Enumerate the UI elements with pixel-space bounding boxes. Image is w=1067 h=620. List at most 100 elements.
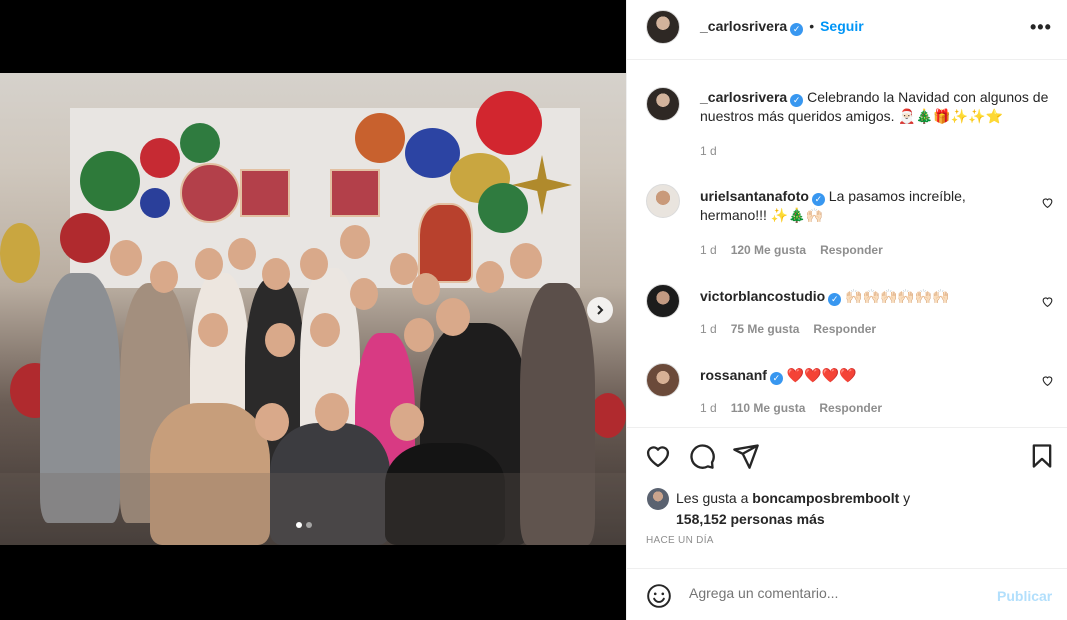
emoji-icon[interactable] — [646, 583, 672, 609]
verified-icon: ✓ — [769, 372, 783, 385]
photo-face — [412, 273, 440, 305]
follow-button[interactable]: Seguir — [820, 18, 864, 34]
comment-likes[interactable]: 120 Me gusta — [731, 243, 806, 257]
likes-summary: Les gusta a boncamposbremboolt y 158,152… — [676, 488, 910, 530]
verified-icon: ✓ — [790, 23, 804, 36]
photo-face — [350, 278, 378, 310]
caption-row: _carlosrivera ✓ Celebrando la Navidad con… — [627, 85, 1067, 165]
photo-face — [315, 393, 349, 431]
more-icon[interactable]: ••• — [1030, 17, 1052, 38]
caption-username[interactable]: _carlosrivera — [700, 89, 787, 105]
photo-face — [262, 258, 290, 290]
commenter-avatar[interactable] — [646, 363, 680, 397]
comment-meta: 1 d 110 Me gusta Responder — [700, 401, 882, 415]
post-actions — [627, 427, 1067, 483]
likes-conj: y — [899, 490, 911, 506]
carousel-dot — [296, 522, 302, 528]
comment-username[interactable]: victorblancostudio — [700, 288, 825, 304]
photo-face — [340, 225, 370, 259]
heart-icon[interactable] — [1041, 196, 1054, 209]
photo-face — [195, 248, 223, 280]
photo-sign — [240, 169, 290, 217]
heart-icon[interactable] — [1041, 295, 1054, 308]
publish-button[interactable]: Publicar — [997, 588, 1052, 604]
comment-meta: 1 d 120 Me gusta Responder — [700, 243, 883, 257]
photo-face — [310, 313, 340, 347]
photo-sign — [330, 169, 380, 217]
commenter-avatar[interactable] — [646, 284, 680, 318]
photo-balloon — [60, 213, 110, 263]
comment-body: ❤️❤️❤️❤️ — [786, 367, 857, 383]
reply-button[interactable]: Responder — [820, 243, 883, 257]
photo-balloon — [140, 138, 180, 178]
caption-time: 1 d — [700, 144, 717, 158]
reply-button[interactable]: Responder — [819, 401, 882, 415]
comment-likes[interactable]: 110 Me gusta — [731, 401, 806, 415]
photo-face — [404, 318, 434, 352]
post-panel: _carlosrivera ✓ • Seguir ••• _carlosrivera ✓… — [626, 0, 1067, 620]
liker-avatar[interactable] — [647, 488, 669, 510]
next-photo-button[interactable] — [587, 297, 613, 323]
post-photo — [0, 73, 626, 545]
photo-face — [300, 248, 328, 280]
comment-item: victorblancostudio ✓ 🙌🏻🙌🏻🙌🏻🙌🏻🙌🏻🙌🏻 1 d 75 M… — [627, 284, 1067, 344]
photo-face — [198, 313, 228, 347]
photo-sign — [180, 163, 240, 223]
post-header: _carlosrivera ✓ • Seguir ••• — [627, 0, 1067, 60]
photo-face — [476, 261, 504, 293]
share-icon[interactable] — [732, 442, 760, 470]
carousel-dots — [296, 522, 312, 528]
photo-face — [265, 323, 295, 357]
comment-text: urielsantanafoto ✓ La pasamos increíble, … — [700, 187, 1030, 225]
comment-username[interactable]: rossananf — [700, 367, 767, 383]
comment-item: urielsantanafoto ✓ La pasamos increíble, … — [627, 184, 1067, 264]
photo-face — [150, 261, 178, 293]
photo-balloon — [0, 223, 40, 283]
author-avatar[interactable] — [646, 10, 680, 44]
comment-input[interactable] — [689, 585, 979, 601]
verified-icon: ✓ — [811, 193, 825, 206]
photo-face — [510, 243, 542, 279]
comment-text: victorblancostudio ✓ 🙌🏻🙌🏻🙌🏻🙌🏻🙌🏻🙌🏻 — [700, 287, 1030, 306]
photo-balloon — [590, 393, 626, 438]
heart-icon[interactable] — [1041, 374, 1054, 387]
comment-bar: Publicar — [627, 568, 1067, 620]
likes-prefix: Les gusta a — [676, 490, 753, 506]
photo-face — [228, 238, 256, 270]
author-avatar[interactable] — [646, 87, 680, 121]
reply-button[interactable]: Responder — [813, 322, 876, 336]
comment-time: 1 d — [700, 322, 717, 336]
heart-icon[interactable] — [644, 442, 672, 470]
photo-floor — [0, 473, 626, 545]
photo-face — [390, 403, 424, 441]
comment-item: rossananf ✓ ❤️❤️❤️❤️ 1 d 110 Me gusta Respo… — [627, 363, 1067, 423]
comment-username[interactable]: urielsantanafoto — [700, 188, 809, 204]
comment-time: 1 d — [700, 243, 717, 257]
photo-balloon — [140, 188, 170, 218]
photo-face — [255, 403, 289, 441]
photo-balloon — [478, 183, 528, 233]
commenter-avatar[interactable] — [646, 184, 680, 218]
comment-time: 1 d — [700, 401, 717, 415]
chevron-right-icon — [597, 305, 604, 315]
comment-meta: 1 d 75 Me gusta Responder — [700, 322, 876, 336]
likes-count[interactable]: 158,152 personas más — [676, 511, 825, 527]
carousel-dot — [306, 522, 312, 528]
bookmark-icon[interactable] — [1028, 442, 1056, 470]
comment-likes[interactable]: 75 Me gusta — [731, 322, 800, 336]
post-media — [0, 0, 626, 620]
verified-icon: ✓ — [828, 293, 842, 306]
photo-balloon — [180, 123, 220, 163]
author-username[interactable]: _carlosrivera — [700, 18, 787, 34]
liker-username[interactable]: boncamposbremboolt — [752, 490, 899, 506]
comment-body: 🙌🏻🙌🏻🙌🏻🙌🏻🙌🏻🙌🏻 — [845, 288, 950, 304]
photo-face — [436, 298, 470, 336]
comment-icon[interactable] — [688, 442, 716, 470]
comment-text: rossananf ✓ ❤️❤️❤️❤️ — [700, 366, 1030, 385]
photo-face — [110, 240, 142, 276]
verified-icon: ✓ — [790, 94, 804, 107]
photo-balloon — [355, 113, 405, 163]
post-timestamp: HACE UN DÍA — [646, 535, 714, 546]
caption-text: _carlosrivera ✓ Celebrando la Navidad con… — [700, 88, 1050, 126]
separator-dot: • — [809, 18, 815, 34]
